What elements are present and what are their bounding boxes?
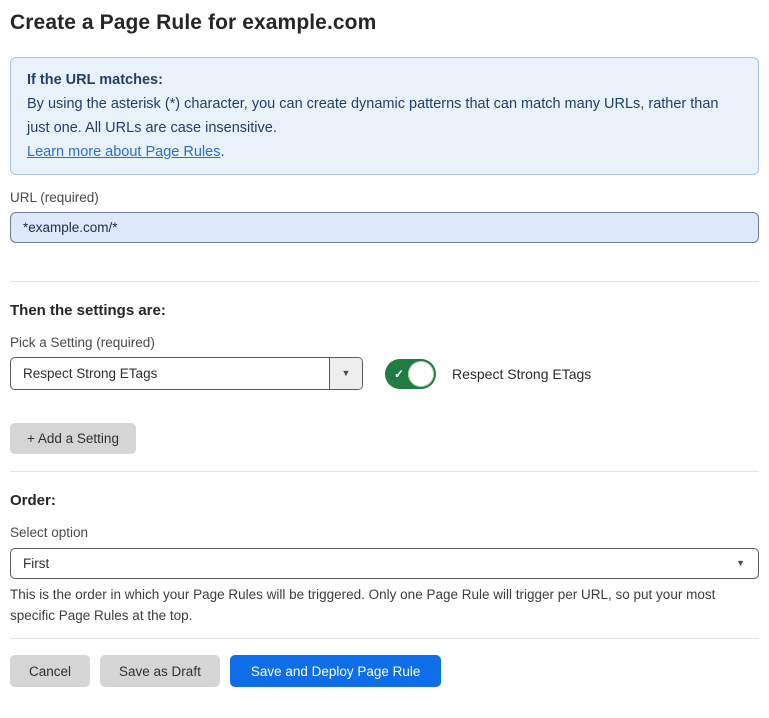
add-setting-button[interactable]: + Add a Setting (10, 423, 136, 454)
check-icon: ✓ (394, 368, 404, 380)
setting-select[interactable]: Respect Strong ETags ▼ (10, 357, 363, 390)
save-as-draft-button[interactable]: Save as Draft (100, 655, 220, 687)
setting-picker-label: Pick a Setting (required) (10, 334, 759, 351)
chevron-down-icon: ▼ (736, 559, 745, 568)
footer-divider (10, 638, 759, 639)
link-period: . (220, 144, 224, 160)
setting-toggle-label: Respect Strong ETags (452, 366, 591, 382)
learn-more-link[interactable]: Learn more about Page Rules (27, 144, 220, 160)
setting-select-arrow-button[interactable]: ▼ (329, 358, 362, 389)
footer-actions: Cancel Save as Draft Save and Deploy Pag… (10, 655, 759, 687)
info-box-body: By using the asterisk (*) character, you… (27, 92, 742, 140)
order-help-text: This is the order in which your Page Rul… (10, 584, 759, 626)
info-box-heading: If the URL matches: (27, 68, 742, 92)
setting-select-value: Respect Strong ETags (11, 358, 329, 389)
create-page-rule-form: Create a Page Rule for example.com If th… (0, 0, 769, 687)
page-title: Create a Page Rule for example.com (10, 10, 759, 36)
order-section-heading: Order: (10, 491, 759, 510)
url-input[interactable] (10, 212, 759, 243)
setting-toggle[interactable]: ✓ (385, 359, 436, 389)
info-box-link-line: Learn more about Page Rules. (27, 140, 742, 164)
order-select-label: Select option (10, 524, 759, 541)
url-match-info-box: If the URL matches: By using the asteris… (10, 57, 759, 175)
setting-row: Respect Strong ETags ▼ ✓ Respect Strong … (10, 357, 759, 390)
url-field-label: URL (required) (10, 189, 759, 206)
order-select-value: First (11, 556, 736, 571)
section-divider (10, 471, 759, 472)
cancel-button[interactable]: Cancel (10, 655, 90, 687)
toggle-knob (408, 361, 434, 387)
section-divider (10, 281, 759, 282)
save-and-deploy-button[interactable]: Save and Deploy Page Rule (230, 655, 442, 687)
chevron-down-icon: ▼ (342, 369, 351, 378)
settings-section-heading: Then the settings are: (10, 301, 759, 320)
order-select[interactable]: First ▼ (10, 548, 759, 579)
